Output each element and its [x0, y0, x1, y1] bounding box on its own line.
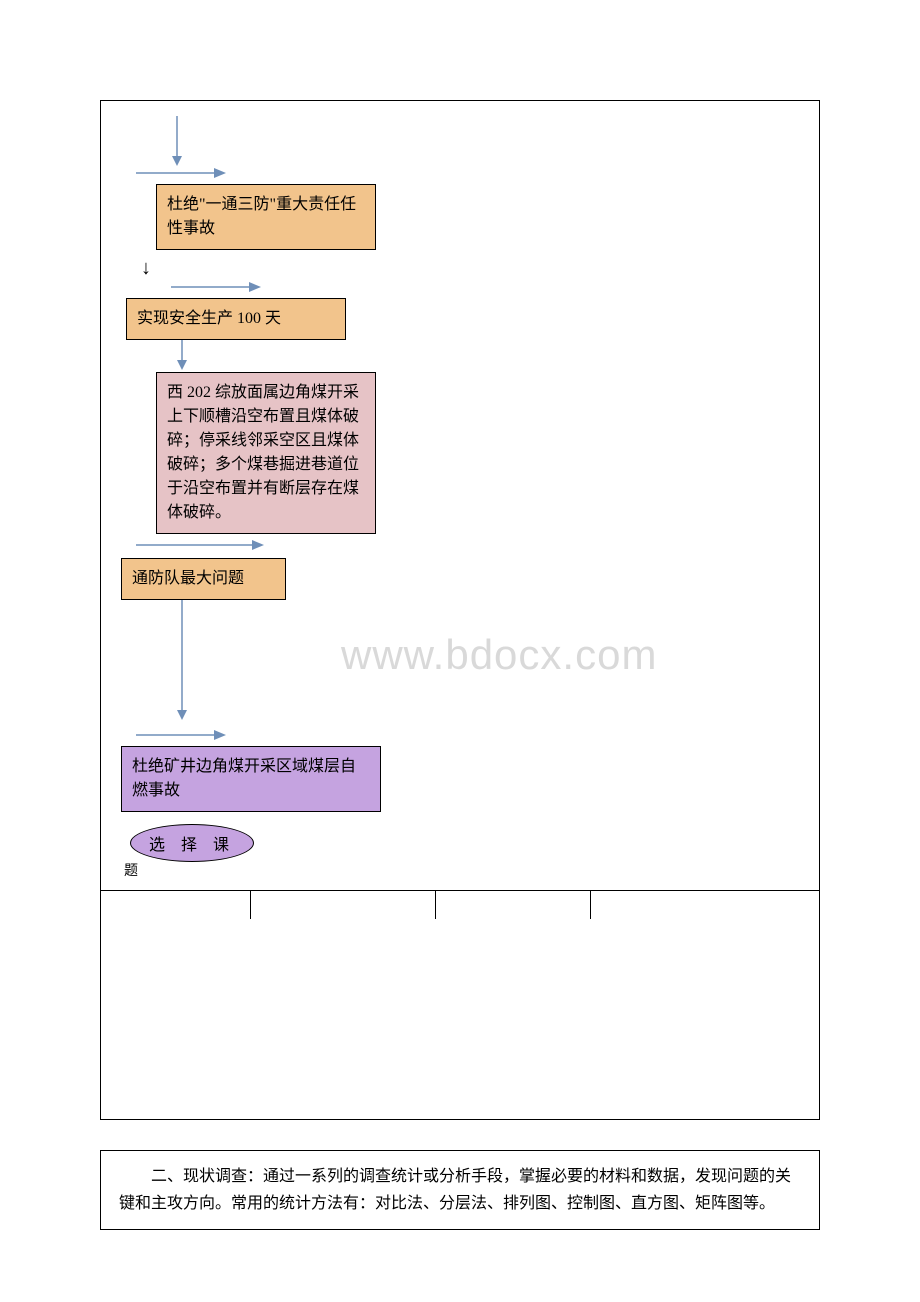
arrow-down-icon: [171, 116, 804, 166]
bottom-table-row: [101, 890, 819, 919]
bottom-cell: [251, 891, 436, 919]
arrow-down-black-icon: ↓: [141, 258, 804, 278]
arrow-down-icon: [176, 340, 804, 370]
bottom-cell: [591, 891, 819, 919]
arrow-right-icon: [136, 538, 804, 552]
flowchart-box-accident: 杜绝"一通三防"重大责任任性事故: [156, 184, 376, 250]
section-two-text: 二、现状调查：通过一系列的调查统计或分析手段，掌握必要的材料和数据，发现问题的关…: [119, 1163, 801, 1217]
flowchart-oval-sub: 题: [124, 860, 804, 880]
flowchart-box-description: 西 202 综放面属边角煤开采上下顺槽沿空布置且煤体破碎；停采线邻采空区且煤体破…: [156, 372, 376, 534]
arrow-right-icon: [136, 166, 804, 180]
flowchart-container: www.bdocx.com 杜绝"一通三防"重大责任任性事故 ↓ 实现安全生产 …: [100, 100, 820, 1120]
arrow-right-icon: [171, 280, 804, 294]
flowchart-oval-topic: 选 择 课: [130, 824, 254, 862]
arrow-down-icon: [176, 600, 804, 720]
flowchart-box-safety: 实现安全生产 100 天: [126, 298, 346, 340]
bottom-cell: [101, 891, 251, 919]
flowchart-box-problem: 通防队最大问题: [121, 558, 286, 600]
arrow-right-icon: [136, 728, 804, 742]
section-two-container: 二、现状调查：通过一系列的调查统计或分析手段，掌握必要的材料和数据，发现问题的关…: [100, 1150, 820, 1230]
bottom-cell: [436, 891, 591, 919]
flowchart-box-topic-result: 杜绝矿井边角煤开采区域煤层自燃事故: [121, 746, 381, 812]
